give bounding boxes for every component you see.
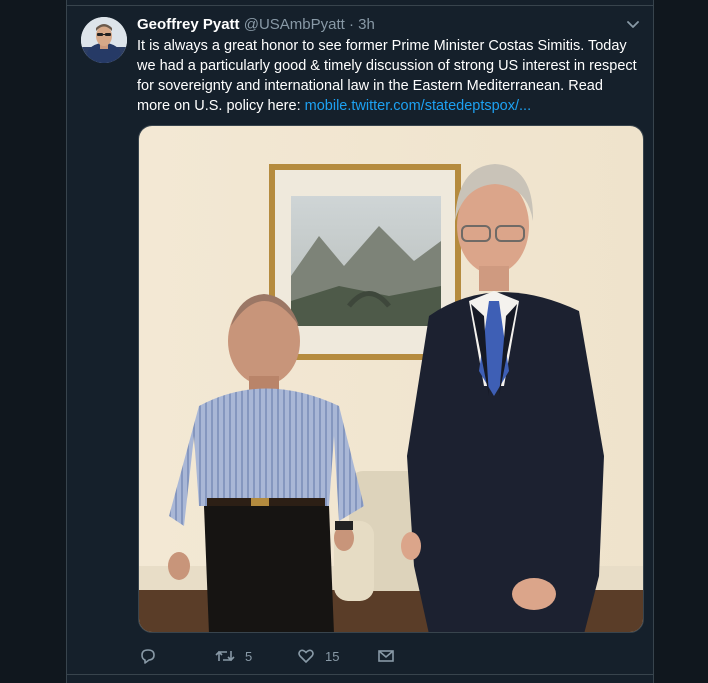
retweet-button[interactable]: 5 [215,644,252,668]
chevron-down-icon[interactable] [625,16,641,32]
reply-button[interactable] [139,644,157,668]
avatar[interactable] [81,17,127,63]
tweet-actions: 5 15 [137,644,457,668]
retweet-count: 5 [245,648,253,664]
direct-message-button[interactable] [377,644,395,668]
tweet-photo[interactable] [138,125,644,633]
divider [67,674,653,675]
like-count: 15 [325,648,340,664]
reply-icon [139,647,157,665]
divider [67,5,653,6]
author-handle[interactable]: @USAmbPyatt [244,16,345,33]
tweet-link[interactable]: mobile.twitter.com/statedeptspox/... [305,98,531,114]
tweet-time[interactable]: 3h [358,16,375,33]
envelope-icon [377,647,395,665]
heart-icon [297,647,315,665]
timeline-column: Geoffrey Pyatt @USAmbPyatt · 3h It is al… [66,0,654,683]
tweet-header: Geoffrey Pyatt @USAmbPyatt · 3h [137,15,375,35]
retweet-icon [215,647,235,665]
tweet-text: It is always a great honor to see former… [137,36,637,116]
separator: · [348,16,354,33]
like-button[interactable]: 15 [297,644,339,668]
author-name[interactable]: Geoffrey Pyatt [137,16,240,33]
photo-icon [139,126,643,632]
